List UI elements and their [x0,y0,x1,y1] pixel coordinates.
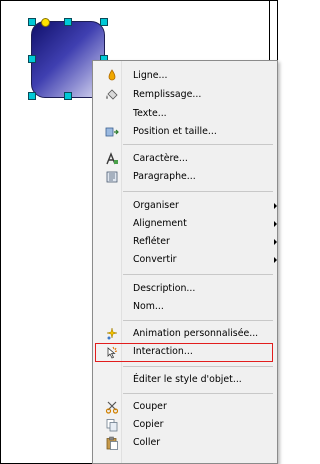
menu-item-caractere[interactable]: Caractère... [93,150,277,168]
resize-handle-top-center[interactable] [64,18,72,26]
paint-bucket-icon [105,88,119,102]
menu-item-ligne[interactable]: Ligne... [93,67,277,85]
menu-separator [123,144,273,145]
scissors-icon [105,400,119,414]
interaction-icon [105,345,119,359]
position-size-icon [105,125,119,139]
menu-item-alignement[interactable]: Alignement [93,215,277,233]
animation-icon [105,327,119,341]
paste-icon [105,436,119,450]
menu-item-nom[interactable]: Nom... [93,298,277,316]
menu-item-texte[interactable]: Texte... [93,105,277,123]
character-icon [105,152,119,166]
menu-item-editer-style-objet[interactable]: Éditer le style d'objet... [93,371,277,389]
resize-handle-middle-left[interactable] [28,55,36,63]
menu-item-interaction[interactable]: Interaction... [93,343,277,361]
copy-icon [105,418,119,432]
submenu-arrow-icon [274,239,277,245]
resize-handle-top-right[interactable] [100,18,108,26]
menu-separator [123,320,273,321]
menu-item-position-et-taille[interactable]: Position et taille... [93,123,277,141]
menu-separator [123,274,273,275]
context-menu: Ligne... Remplissage... Texte... Positio… [92,60,278,464]
menu-separator [123,191,273,192]
line-color-icon [105,69,119,83]
menu-item-paragraphe[interactable]: Paragraphe... [93,168,277,186]
menu-item-refleter[interactable]: Refléter [93,233,277,251]
rotation-handle[interactable] [41,18,50,27]
resize-handle-bottom-center[interactable] [64,92,72,100]
resize-handle-top-left[interactable] [28,18,36,26]
menu-item-description[interactable]: Description... [93,280,277,298]
submenu-arrow-icon [274,203,277,209]
submenu-arrow-icon [274,257,277,263]
resize-handle-bottom-left[interactable] [28,92,36,100]
menu-item-coller[interactable]: Coller [93,434,277,452]
menu-item-remplissage[interactable]: Remplissage... [93,86,277,104]
menu-item-animation-personnalisee[interactable]: Animation personnalisée... [93,325,277,343]
submenu-arrow-icon [274,221,277,227]
menu-item-copier[interactable]: Copier [93,416,277,434]
menu-item-convertir[interactable]: Convertir [93,251,277,269]
menu-separator [123,366,273,367]
menu-item-organiser[interactable]: Organiser [93,197,277,215]
menu-separator [123,393,273,394]
menu-item-couper[interactable]: Couper [93,398,277,416]
paragraph-icon [105,170,119,184]
